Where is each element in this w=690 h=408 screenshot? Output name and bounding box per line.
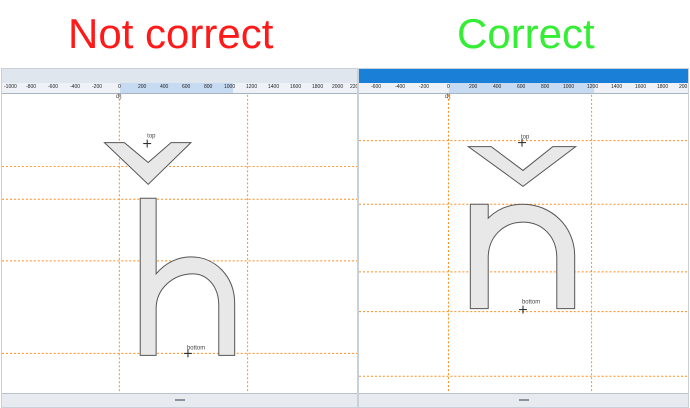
anchor-top-label: top bbox=[147, 134, 156, 140]
ruler-tick: 600 bbox=[517, 84, 526, 90]
guide-lines bbox=[2, 94, 357, 394]
ruler-tick: 2000 bbox=[332, 84, 344, 90]
ruler-tick: -200 bbox=[92, 84, 103, 90]
glyph-canvas[interactable]: top bottom bbox=[359, 94, 688, 394]
ruler-tick: 800 bbox=[541, 84, 550, 90]
ruler-tick: 200 bbox=[138, 84, 147, 90]
anchor-bottom-label: bottom bbox=[187, 345, 205, 351]
ruler-tick: 1600 bbox=[635, 84, 647, 90]
ruler-tick: 1000 bbox=[563, 84, 575, 90]
anchor-top-label: top bbox=[521, 135, 530, 141]
ruler-tick: 1000 bbox=[224, 84, 236, 90]
caron-outline[interactable] bbox=[466, 146, 578, 187]
ruler-selection-highlight bbox=[120, 83, 233, 93]
anchor-bottom-label: bottom bbox=[522, 300, 540, 306]
ruler-tick: 220 bbox=[350, 84, 358, 90]
ruler-tick: 400 bbox=[160, 84, 169, 90]
panel-titlebar bbox=[2, 69, 357, 84]
resize-grip-icon[interactable] bbox=[518, 399, 529, 401]
ruler-tick: 1200 bbox=[587, 84, 599, 90]
ruler-tick: 1200 bbox=[246, 84, 258, 90]
glyph-editor-panel-correct: -600 -400 -200 0 200 400 600 800 1000 12… bbox=[358, 68, 689, 408]
anchor-top-icon[interactable] bbox=[143, 139, 152, 148]
panel-titlebar bbox=[359, 69, 688, 83]
ruler-tick: 200 bbox=[469, 84, 478, 90]
ruler-tick: 0 bbox=[118, 84, 121, 90]
panel-bottom-bar bbox=[359, 393, 688, 407]
glyph-editor-panel-incorrect: -1000 -800 -600 -400 -200 0 200 400 600 … bbox=[1, 68, 358, 408]
ruler-tick: 400 bbox=[493, 84, 502, 90]
ruler-tick: -1000 bbox=[4, 84, 17, 90]
resize-grip-icon[interactable] bbox=[174, 399, 185, 401]
ruler-tick: 1800 bbox=[312, 84, 324, 90]
ruler-tick: -400 bbox=[395, 84, 406, 90]
ruler-tick: 0 bbox=[447, 84, 450, 90]
ruler-tick: -600 bbox=[371, 84, 382, 90]
ruler-tick: -800 bbox=[26, 84, 37, 90]
horizontal-ruler: -1000 -800 -600 -400 -200 0 200 400 600 … bbox=[2, 83, 357, 94]
ruler-tick: 800 bbox=[204, 84, 213, 90]
anchor-bottom-icon[interactable] bbox=[519, 305, 527, 314]
heading-correct: Correct bbox=[457, 10, 595, 57]
ruler-tick: 1400 bbox=[611, 84, 623, 90]
n-glyph-outline[interactable] bbox=[469, 203, 576, 310]
glyph-canvas[interactable]: top bottom bbox=[2, 94, 357, 394]
ruler-tick: 600 bbox=[182, 84, 191, 90]
ruler-tick: 1800 bbox=[657, 84, 669, 90]
ruler-tick: -200 bbox=[419, 84, 430, 90]
panel-bottom-bar bbox=[2, 393, 357, 407]
h-glyph-outline[interactable] bbox=[139, 197, 236, 356]
ruler-tick: -600 bbox=[48, 84, 59, 90]
caron-outline[interactable] bbox=[103, 142, 193, 186]
ruler-tick: 200 bbox=[679, 84, 688, 90]
ruler-tick: -400 bbox=[70, 84, 81, 90]
ruler-tick: 1400 bbox=[268, 84, 280, 90]
horizontal-ruler: -600 -400 -200 0 200 400 600 800 1000 12… bbox=[359, 83, 688, 94]
heading-not-correct: Not correct bbox=[68, 10, 274, 57]
ruler-tick: 1600 bbox=[290, 84, 302, 90]
